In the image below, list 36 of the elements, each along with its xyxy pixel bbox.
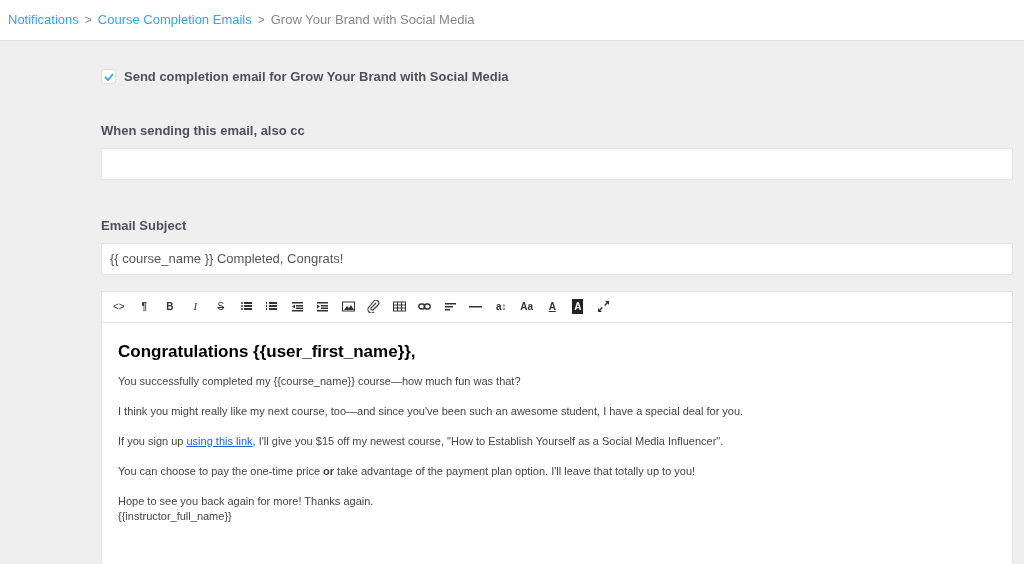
email-paragraph: You can choose to pay the one-time price or take advantage of the payment plan option. I'll leave that totally up to you! — [118, 464, 697, 479]
table-icon — [392, 300, 406, 313]
breadcrumb-current: Grow Your Brand with Social Media — [270, 11, 475, 30]
email-paragraph: Hope to see you back again for more! Thanks again. {{instructor_full_name}} — [118, 494, 375, 524]
cc-input-field[interactable] — [101, 148, 1013, 180]
email-paragraph: I think you might really like my next course, too—and since you've been such an awesome student, I have a special deal for you. — [118, 404, 745, 419]
font-color-button[interactable]: A — [539, 295, 565, 318]
background-color-button[interactable]: A — [565, 295, 591, 318]
format-button[interactable]: Aa — [514, 295, 540, 318]
italic-button[interactable]: I — [182, 295, 208, 318]
fullscreen-icon — [596, 300, 610, 313]
link-icon — [418, 300, 432, 313]
image-icon — [341, 300, 355, 313]
strikethrough-button[interactable]: S — [208, 295, 234, 318]
subject-input-field[interactable]: {{ course_name }} Completed, Congrats! — [101, 242, 1013, 275]
format-button[interactable]: ¶ — [131, 295, 157, 318]
check-icon — [103, 72, 114, 81]
bold-button[interactable]: B — [157, 295, 183, 318]
field-label: When sending this email, also cc — [101, 121, 306, 140]
checkbox[interactable] — [101, 69, 116, 85]
indent-icon — [316, 300, 330, 313]
paperclip-icon — [367, 300, 381, 313]
bullets-icon — [239, 300, 253, 313]
email-paragraph: You successfully completed my {{course_name}} course—how much fun was that? — [118, 374, 522, 389]
field-label: Email Subject — [101, 217, 188, 235]
align-left-icon — [443, 300, 457, 313]
checkbox-label: Send completion email for Grow Your Brand with Social Media — [124, 68, 509, 86]
email-heading: Congratulations {{user_first_name}}, — [118, 340, 417, 363]
code-view-button[interactable]: <> — [106, 295, 132, 318]
format-button[interactable]: a↕ — [488, 295, 514, 318]
breadcrumb-separator: > — [257, 12, 265, 29]
text-link[interactable]: using this link — [186, 435, 253, 447]
outdent-icon — [290, 300, 304, 313]
email-paragraph: If you sign up using this link, I'll give you $15 off my newest course, "How to Establish Yourself as a Social Media Influencer". — [118, 434, 725, 449]
numbered-list-icon — [265, 300, 279, 313]
breadcrumb-separator: > — [84, 12, 92, 29]
